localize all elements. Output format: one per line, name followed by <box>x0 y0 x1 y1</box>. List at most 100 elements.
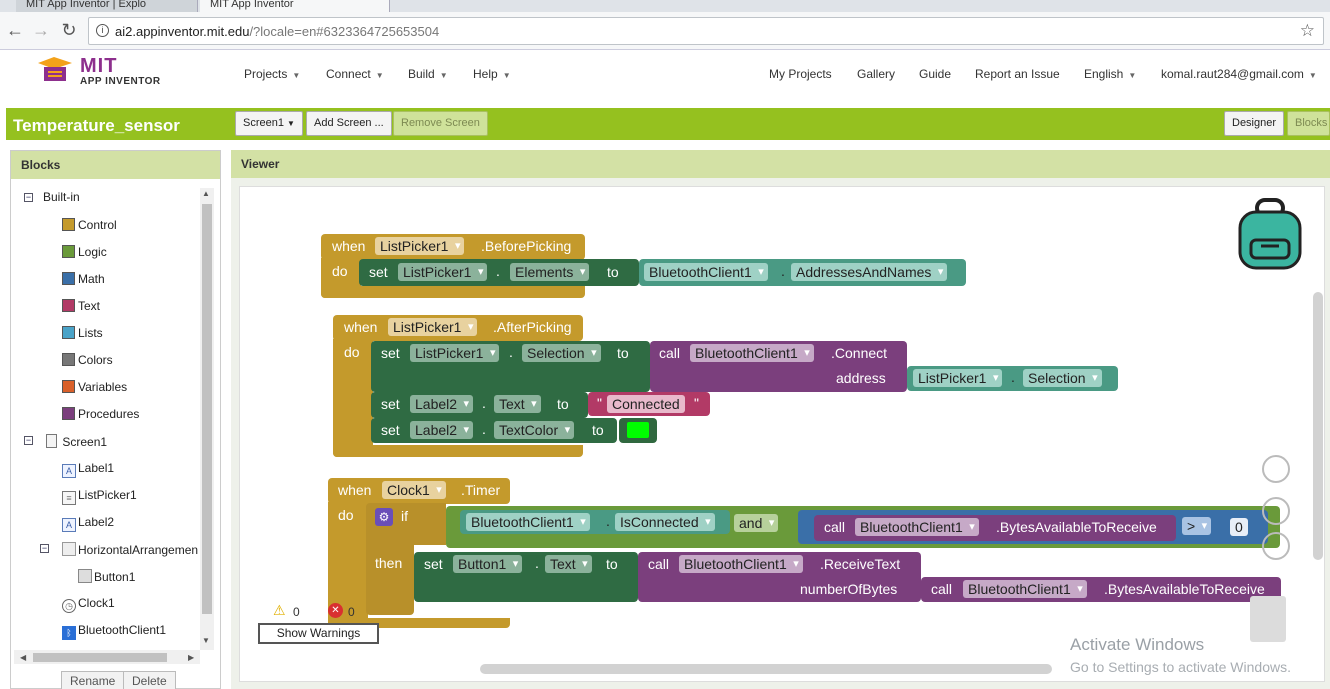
trash-icon[interactable] <box>1250 596 1286 642</box>
collapse-builtin-icon[interactable]: − <box>24 193 33 202</box>
scroll-down-icon[interactable]: ▼ <box>202 636 210 645</box>
center-workspace-icon[interactable] <box>1262 455 1290 483</box>
component-dropdown[interactable]: Label2 <box>410 421 474 439</box>
backpack-icon[interactable] <box>1235 198 1305 270</box>
browser-tab-explore[interactable]: MIT App Inventor | Explo <box>16 0 198 12</box>
text-literal-block[interactable]: " Connected " <box>588 392 710 416</box>
property-dropdown[interactable]: Selection <box>1023 369 1102 387</box>
property-dropdown[interactable]: AddressesAndNames <box>791 263 948 281</box>
and-operator[interactable]: and <box>734 514 779 532</box>
getter-addresses-block[interactable]: BluetoothClient1 . AddressesAndNames <box>639 259 966 286</box>
rename-button[interactable]: Rename <box>61 671 125 689</box>
info-icon[interactable]: i <box>96 24 109 37</box>
browser-tab-app-inventor[interactable]: MIT App Inventor <box>200 0 390 12</box>
getter-isconnected-block[interactable]: BluetoothClient1 . IsConnected <box>460 510 730 534</box>
component-dropdown[interactable]: BluetoothClient1 <box>963 580 1087 598</box>
property-dropdown[interactable]: IsConnected <box>615 513 715 531</box>
link-report-issue[interactable]: Report an Issue <box>975 67 1060 81</box>
tree-clock1[interactable]: ◷ Clock1 <box>62 596 115 613</box>
call-connect-block[interactable]: call BluetoothClient1 .Connect address <box>650 341 907 392</box>
account-menu[interactable]: komal.raut284@gmail.com ▼ <box>1161 67 1317 81</box>
menu-projects[interactable]: Projects ▼ <box>244 67 300 81</box>
component-dropdown[interactable]: BluetoothClient1 <box>855 518 979 536</box>
drawer-variables[interactable]: Variables <box>62 380 127 394</box>
tree-screen1[interactable]: Screen1 <box>46 434 107 449</box>
color-swatch[interactable] <box>627 422 649 438</box>
component-dropdown[interactable]: Clock1 <box>382 481 446 499</box>
logo-title[interactable]: MIT <box>80 55 117 78</box>
show-warnings-button[interactable]: Show Warnings <box>258 623 379 644</box>
gear-icon[interactable]: ⚙ <box>375 508 393 526</box>
tree-button1[interactable]: Button1 <box>78 569 135 584</box>
drawer-text[interactable]: Text <box>62 299 100 313</box>
drawer-colors[interactable]: Colors <box>62 353 113 367</box>
set-button-text-block[interactable]: set Button1 . Text to <box>414 552 638 602</box>
tree-hscroll-thumb[interactable] <box>33 653 167 662</box>
tree-listpicker1[interactable]: ≡ ListPicker1 <box>62 488 137 505</box>
tree-label1[interactable]: A Label1 <box>62 461 114 478</box>
component-dropdown[interactable]: ListPicker1 <box>398 263 488 281</box>
component-dropdown[interactable]: BluetoothClient1 <box>679 555 803 573</box>
designer-button[interactable]: Designer <box>1224 111 1285 136</box>
menu-connect[interactable]: Connect ▼ <box>326 67 384 81</box>
app-inventor-logo-icon[interactable] <box>36 55 74 85</box>
drawer-math[interactable]: Math <box>62 272 105 286</box>
property-dropdown[interactable]: TextColor <box>494 421 575 439</box>
component-dropdown[interactable]: ListPicker1 <box>375 237 465 255</box>
workspace-horizontal-scrollbar[interactable] <box>480 664 1052 674</box>
forward-icon[interactable]: → <box>30 20 52 42</box>
component-dropdown[interactable]: Label2 <box>410 395 474 413</box>
component-dropdown[interactable]: BluetoothClient1 <box>690 344 814 362</box>
call-bytes-available-block-2[interactable]: call BluetoothClient1 .BytesAvailableToR… <box>921 577 1281 602</box>
add-screen-button[interactable]: Add Screen ... <box>306 111 392 136</box>
property-dropdown[interactable]: Text <box>494 395 541 413</box>
compare-operator[interactable]: > <box>1182 517 1212 535</box>
component-dropdown[interactable]: BluetoothClient1 <box>644 263 768 281</box>
remove-screen-button[interactable]: Remove Screen <box>393 111 488 136</box>
drawer-control[interactable]: Control <box>62 218 117 232</box>
zoom-out-icon[interactable] <box>1262 532 1290 560</box>
url-input[interactable]: i ai2.appinventor.mit.edu/?locale=en#632… <box>88 17 1324 45</box>
delete-button[interactable]: Delete <box>123 671 176 689</box>
set-selection-block[interactable]: set ListPicker1 . Selection to <box>371 341 650 392</box>
collapse-arrangement-icon[interactable]: − <box>40 544 49 553</box>
set-elements-block[interactable]: set ListPicker1 . Elements to <box>359 259 639 286</box>
property-dropdown[interactable]: Selection <box>522 344 601 362</box>
scroll-right-icon[interactable]: ▶ <box>188 653 194 662</box>
collapse-screen-icon[interactable]: − <box>24 436 33 445</box>
component-dropdown[interactable]: Button1 <box>453 555 523 573</box>
tree-scroll-thumb[interactable] <box>202 204 212 614</box>
number-literal[interactable]: 0 <box>1230 518 1248 536</box>
zoom-in-icon[interactable] <box>1262 497 1290 525</box>
set-label-color-block[interactable]: set Label2 . TextColor to <box>371 418 617 443</box>
drawer-logic[interactable]: Logic <box>62 245 107 259</box>
call-bytes-available-block[interactable]: call BluetoothClient1 .BytesAvailableToR… <box>814 515 1176 541</box>
component-dropdown[interactable]: ListPicker1 <box>410 344 500 362</box>
screen-select[interactable]: Screen1 ▼ <box>235 111 303 136</box>
bookmark-star-icon[interactable]: ☆ <box>1300 21 1315 41</box>
call-receive-text-block[interactable]: call BluetoothClient1 .ReceiveText numbe… <box>638 552 921 602</box>
component-dropdown[interactable]: BluetoothClient1 <box>466 513 590 531</box>
blocks-button[interactable]: Blocks <box>1287 111 1330 136</box>
component-dropdown[interactable]: ListPicker1 <box>913 369 1003 387</box>
set-label-text-block[interactable]: set Label2 . Text to <box>371 392 588 418</box>
menu-help[interactable]: Help ▼ <box>473 67 511 81</box>
drawer-lists[interactable]: Lists <box>62 326 103 340</box>
getter-selection-block[interactable]: ListPicker1 . Selection <box>907 366 1118 391</box>
text-value[interactable]: Connected <box>607 395 685 413</box>
link-guide[interactable]: Guide <box>919 67 951 81</box>
tree-label2[interactable]: A Label2 <box>62 515 114 532</box>
back-icon[interactable]: ← <box>4 20 26 42</box>
logo-subtitle[interactable]: APP INVENTOR <box>80 76 161 87</box>
scroll-left-icon[interactable]: ◀ <box>20 653 26 662</box>
scroll-up-icon[interactable]: ▲ <box>202 189 210 198</box>
tree-horizontal-arrangement[interactable]: HorizontalArrangemen <box>62 542 200 557</box>
color-block[interactable] <box>619 418 657 443</box>
reload-icon[interactable]: ↻ <box>58 20 80 42</box>
property-dropdown[interactable]: Text <box>545 555 592 573</box>
link-my-projects[interactable]: My Projects <box>769 67 832 81</box>
tree-bluetoothclient1[interactable]: ᛒ BluetoothClient1 <box>62 623 166 640</box>
link-gallery[interactable]: Gallery <box>857 67 895 81</box>
menu-build[interactable]: Build ▼ <box>408 67 448 81</box>
workspace-vertical-scrollbar[interactable] <box>1313 292 1323 560</box>
